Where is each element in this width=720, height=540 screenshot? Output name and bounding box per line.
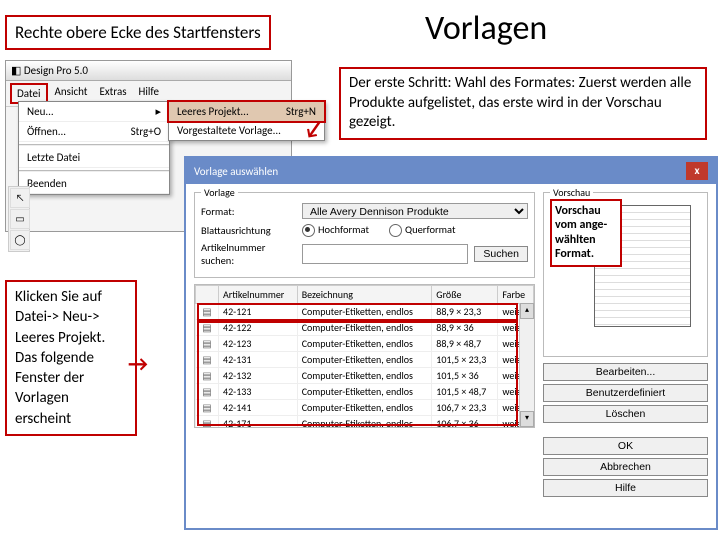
annotation-step1: Der erste Schritt: Wahl des Formates: Zu…: [339, 67, 707, 140]
table-row[interactable]: ▤42-121Computer-Etiketten, endlos88,9 × …: [196, 304, 534, 320]
annotation-preview: Vorschau vom ange-wählten Format.: [550, 199, 622, 267]
annotation-click-instruction: Klicken Sie auf Datei-> Neu-> Leeres Pro…: [5, 280, 137, 436]
template-table: Artikelnummer Bezeichnung Größe Farbe ▤4…: [194, 284, 535, 428]
userdefined-button[interactable]: Benutzerdefiniert: [543, 384, 708, 402]
label-format: Format:: [201, 205, 296, 218]
table-row[interactable]: ▤42-123Computer-Etiketten, endlos88,9 × …: [196, 336, 534, 352]
table-row[interactable]: ▤42-132Computer-Etiketten, endlos101,5 ×…: [196, 368, 534, 384]
help-button[interactable]: Hilfe: [543, 479, 708, 497]
col-farbe[interactable]: Farbe: [498, 286, 534, 304]
group-label: Vorschau: [550, 186, 593, 199]
app-titlebar: ◧ Design Pro 5.0: [6, 61, 291, 81]
annotation-startwindow: Rechte obere Ecke des Startfensters: [5, 15, 271, 50]
menu-separator: [19, 144, 169, 146]
format-select[interactable]: Alle Avery Dennison Produkte: [302, 203, 528, 219]
edit-button[interactable]: Bearbeiten...: [543, 363, 708, 381]
col-groesse[interactable]: Größe: [432, 286, 498, 304]
search-button[interactable]: Suchen: [474, 246, 528, 262]
col-artikelnummer[interactable]: Artikelnummer: [219, 286, 298, 304]
menuitem-neu[interactable]: Neu...▸: [19, 102, 169, 122]
close-icon[interactable]: x: [686, 162, 708, 180]
row-icon: ▤: [196, 400, 219, 416]
template-select-dialog: Vorlage auswählen x Vorlage Format: Alle…: [184, 156, 718, 530]
table-row[interactable]: ▤42-131Computer-Etiketten, endlos101,5 ×…: [196, 352, 534, 368]
arrow-right-icon: →: [128, 350, 148, 377]
dialog-titlebar: Vorlage auswählen x: [186, 158, 716, 184]
table-row[interactable]: ▤42-122Computer-Etiketten, endlos88,9 × …: [196, 320, 534, 336]
menuitem-leeres-projekt[interactable]: Leeres Projekt...Strg+N: [167, 100, 326, 123]
row-icon: ▤: [196, 384, 219, 400]
page-title: Vorlagen: [425, 8, 547, 49]
delete-button[interactable]: Löschen: [543, 405, 708, 423]
radio-portrait[interactable]: Hochformat: [302, 223, 369, 237]
group-vorlage: Vorlage Format: Alle Avery Dennison Prod…: [194, 192, 535, 278]
row-icon: ▤: [196, 320, 219, 336]
menu-datei-dropdown: Neu...▸ Öffnen...Strg+O Letzte Datei Bee…: [18, 101, 170, 195]
tool-rect-icon[interactable]: ▭: [10, 209, 30, 229]
ok-button[interactable]: OK: [543, 437, 708, 455]
table-row[interactable]: ▤42-141Computer-Etiketten, endlos106,7 ×…: [196, 400, 534, 416]
row-icon: ▤: [196, 416, 219, 429]
col-bezeichnung[interactable]: Bezeichnung: [297, 286, 432, 304]
cancel-button[interactable]: Abbrechen: [543, 458, 708, 476]
table-row[interactable]: ▤42-133Computer-Etiketten, endlos101,5 ×…: [196, 384, 534, 400]
menu-separator: [19, 170, 169, 172]
tool-circle-icon[interactable]: ◯: [10, 230, 30, 250]
tool-cursor-icon[interactable]: ↖: [10, 188, 30, 208]
row-icon: ▤: [196, 336, 219, 352]
menuitem-letzte[interactable]: Letzte Datei: [19, 148, 169, 168]
group-label: Vorlage: [201, 186, 238, 199]
menuitem-oeffnen[interactable]: Öffnen...Strg+O: [19, 122, 169, 142]
label-search: Artikelnummer suchen:: [201, 241, 296, 267]
table-scrollbar[interactable]: ▴ ▾: [519, 303, 534, 427]
row-icon: ▤: [196, 304, 219, 320]
scroll-up-icon[interactable]: ▴: [520, 303, 534, 319]
tool-palette: ↖ ▭ ◯: [8, 186, 30, 252]
scroll-down-icon[interactable]: ▾: [520, 411, 534, 427]
group-vorschau: Vorschau Vorschau vom ange-wählten Forma…: [543, 192, 708, 357]
label-orientation: Blattausrichtung: [201, 224, 296, 237]
row-icon: ▤: [196, 352, 219, 368]
menuitem-beenden[interactable]: Beenden: [19, 174, 169, 194]
row-icon: ▤: [196, 368, 219, 384]
table-row[interactable]: ▤42-171Computer-Etiketten, endlos106,7 ×…: [196, 416, 534, 429]
search-input[interactable]: [302, 244, 468, 264]
radio-landscape[interactable]: Querformat: [389, 223, 456, 237]
